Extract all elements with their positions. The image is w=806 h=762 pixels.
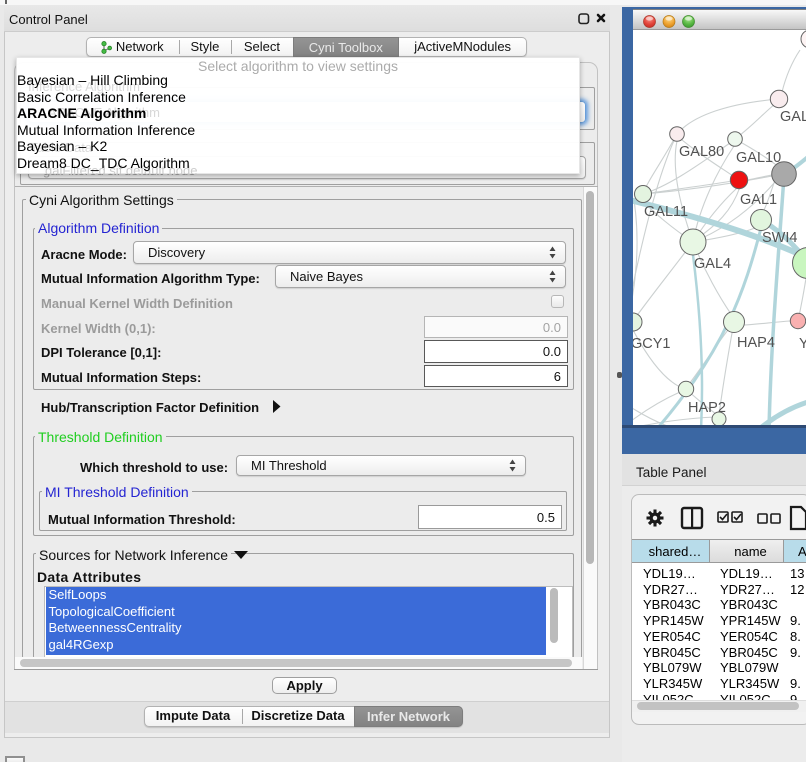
svg-text:GCY1: GCY1: [633, 336, 671, 352]
svg-text:HAP4: HAP4: [737, 335, 775, 351]
svg-text:GAL80: GAL80: [679, 144, 724, 160]
svg-text:GAL2: GAL2: [780, 109, 806, 125]
svg-text:SWI4: SWI4: [762, 230, 797, 246]
svg-text:GAL10: GAL10: [736, 150, 781, 166]
svg-text:HAP2: HAP2: [688, 400, 726, 416]
svg-text:GAL11: GAL11: [644, 204, 688, 220]
svg-text:GAL4: GAL4: [694, 256, 731, 272]
svg-text:Y: Y: [799, 336, 806, 352]
svg-text:GAL1: GAL1: [740, 192, 777, 208]
